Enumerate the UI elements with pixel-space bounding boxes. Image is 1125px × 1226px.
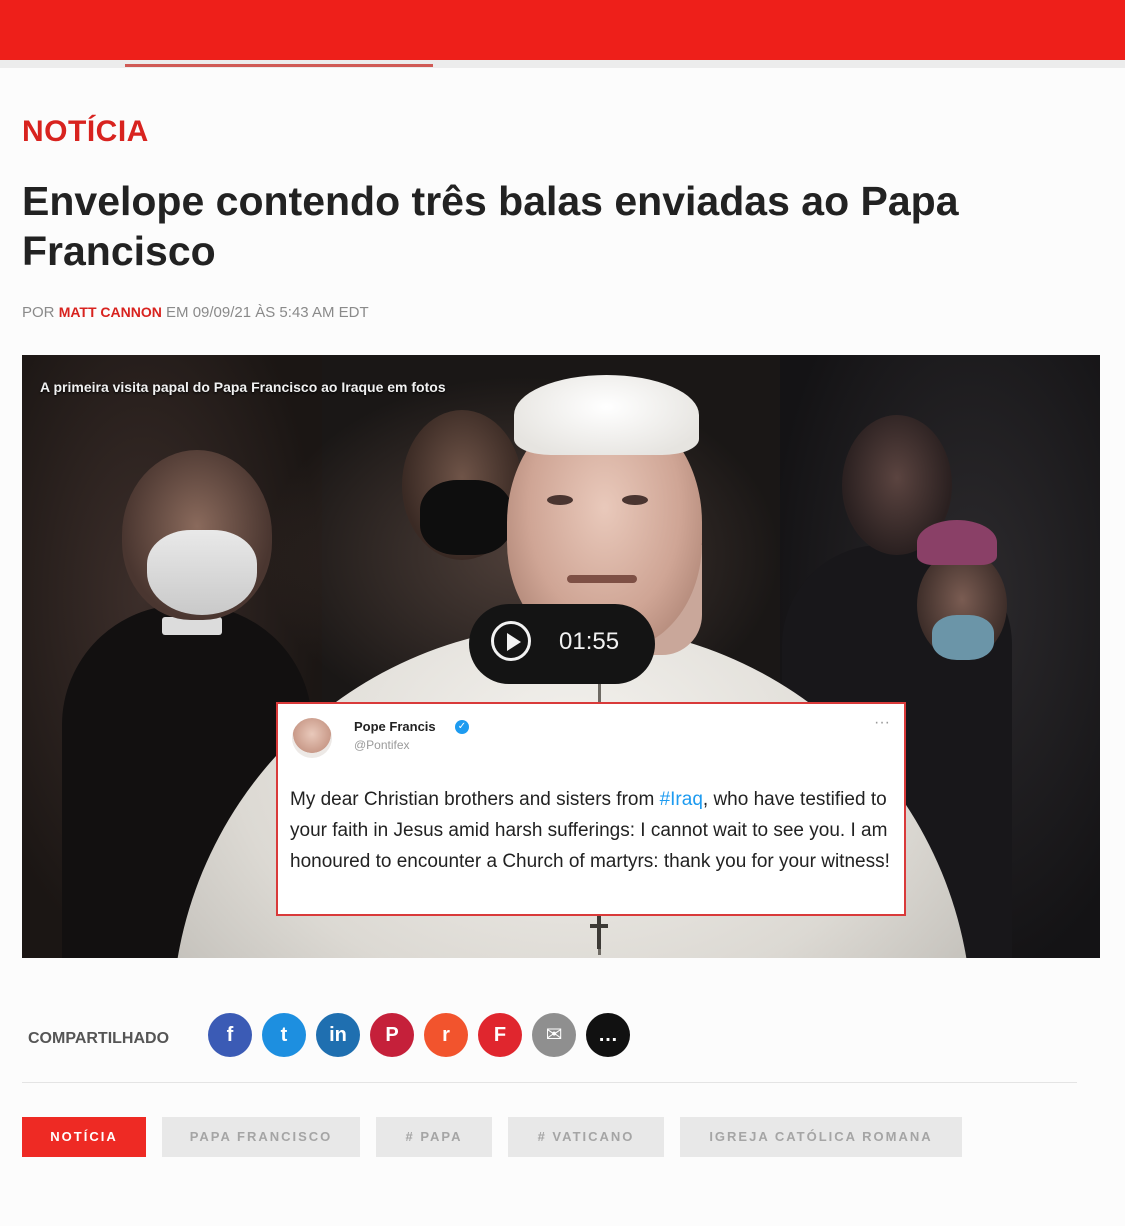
linkedin-share-icon[interactable]: in	[316, 1013, 360, 1057]
priest-face-mask	[147, 530, 257, 615]
article-headline: Envelope contendo três balas enviadas ao…	[22, 178, 959, 274]
facebook-share-icon[interactable]: f	[208, 1013, 252, 1057]
byline-meta: EM 09/09/21 ÀS 5:43 AM EDT	[166, 304, 369, 321]
tag-vaticano[interactable]: # VATICANO	[508, 1117, 664, 1157]
video-player[interactable]: A primeira visita papal do Papa Francisc…	[22, 355, 1100, 958]
embedded-tweet: Pope Francis ✓ @Pontifex ··· My dear Chr…	[276, 702, 906, 916]
play-button[interactable]: 01:55	[469, 604, 655, 684]
section-label[interactable]: NOTÍCIA	[22, 115, 149, 149]
pope-zucchetto	[514, 375, 699, 455]
pope-eye-left	[547, 495, 573, 505]
author-link[interactable]: Matt Cannon	[59, 304, 162, 320]
reddit-share-icon[interactable]: r	[424, 1013, 468, 1057]
tag-papa-francisco[interactable]: PAPA FRANCISCO	[162, 1117, 360, 1157]
byline: POR Matt Cannon EM 09/09/21 ÀS 5:43 AM E…	[22, 304, 369, 321]
pope-mouth	[567, 575, 637, 583]
bishop-zucchetto	[917, 520, 997, 565]
video-caption: A primeira visita papal do Papa Francisc…	[40, 379, 446, 395]
pinterest-share-icon[interactable]: P	[370, 1013, 414, 1057]
tag-list: NOTÍCIA PAPA FRANCISCO # PAPA # VATICANO…	[22, 1117, 1082, 1157]
tag-noticia[interactable]: NOTÍCIA	[22, 1117, 146, 1157]
sub-nav-bar	[0, 60, 1125, 68]
tweet-text: My dear Christian brothers and sisters f…	[290, 784, 890, 877]
tweet-hashtag: #Iraq	[659, 789, 703, 810]
divider	[22, 1082, 1077, 1083]
tag-papa[interactable]: # PAPA	[376, 1117, 492, 1157]
tweet-avatar	[292, 718, 332, 758]
top-nav-bar	[0, 0, 1125, 60]
man-middle-mask	[420, 480, 512, 555]
share-bar: COMPARTILHADO f t in P r F ✉ …	[28, 1013, 688, 1061]
tweet-author-name: Pope Francis	[354, 719, 436, 734]
video-duration: 01:55	[559, 628, 620, 655]
nav-accent-line	[125, 64, 433, 67]
byline-prefix: POR	[22, 304, 55, 321]
share-label: COMPARTILHADO	[28, 1030, 170, 1047]
tweet-text-start: My dear Christian brothers and sisters f…	[290, 789, 660, 810]
bishop-mask	[932, 615, 994, 660]
more-options-icon: ···	[874, 714, 890, 731]
email-share-icon[interactable]: ✉	[532, 1013, 576, 1057]
pectoral-cross-icon	[590, 915, 608, 949]
twitter-share-icon[interactable]: t	[262, 1013, 306, 1057]
play-circle-icon	[491, 621, 531, 661]
pope-eye-right	[622, 495, 648, 505]
tweet-handle: @Pontifex	[354, 738, 410, 752]
tag-igreja-catolica-romana[interactable]: IGREJA CATÓLICA ROMANA	[680, 1117, 962, 1157]
flipboard-share-icon[interactable]: F	[478, 1013, 522, 1057]
sms-share-icon[interactable]: …	[586, 1013, 630, 1057]
verified-badge-icon: ✓	[455, 720, 469, 734]
